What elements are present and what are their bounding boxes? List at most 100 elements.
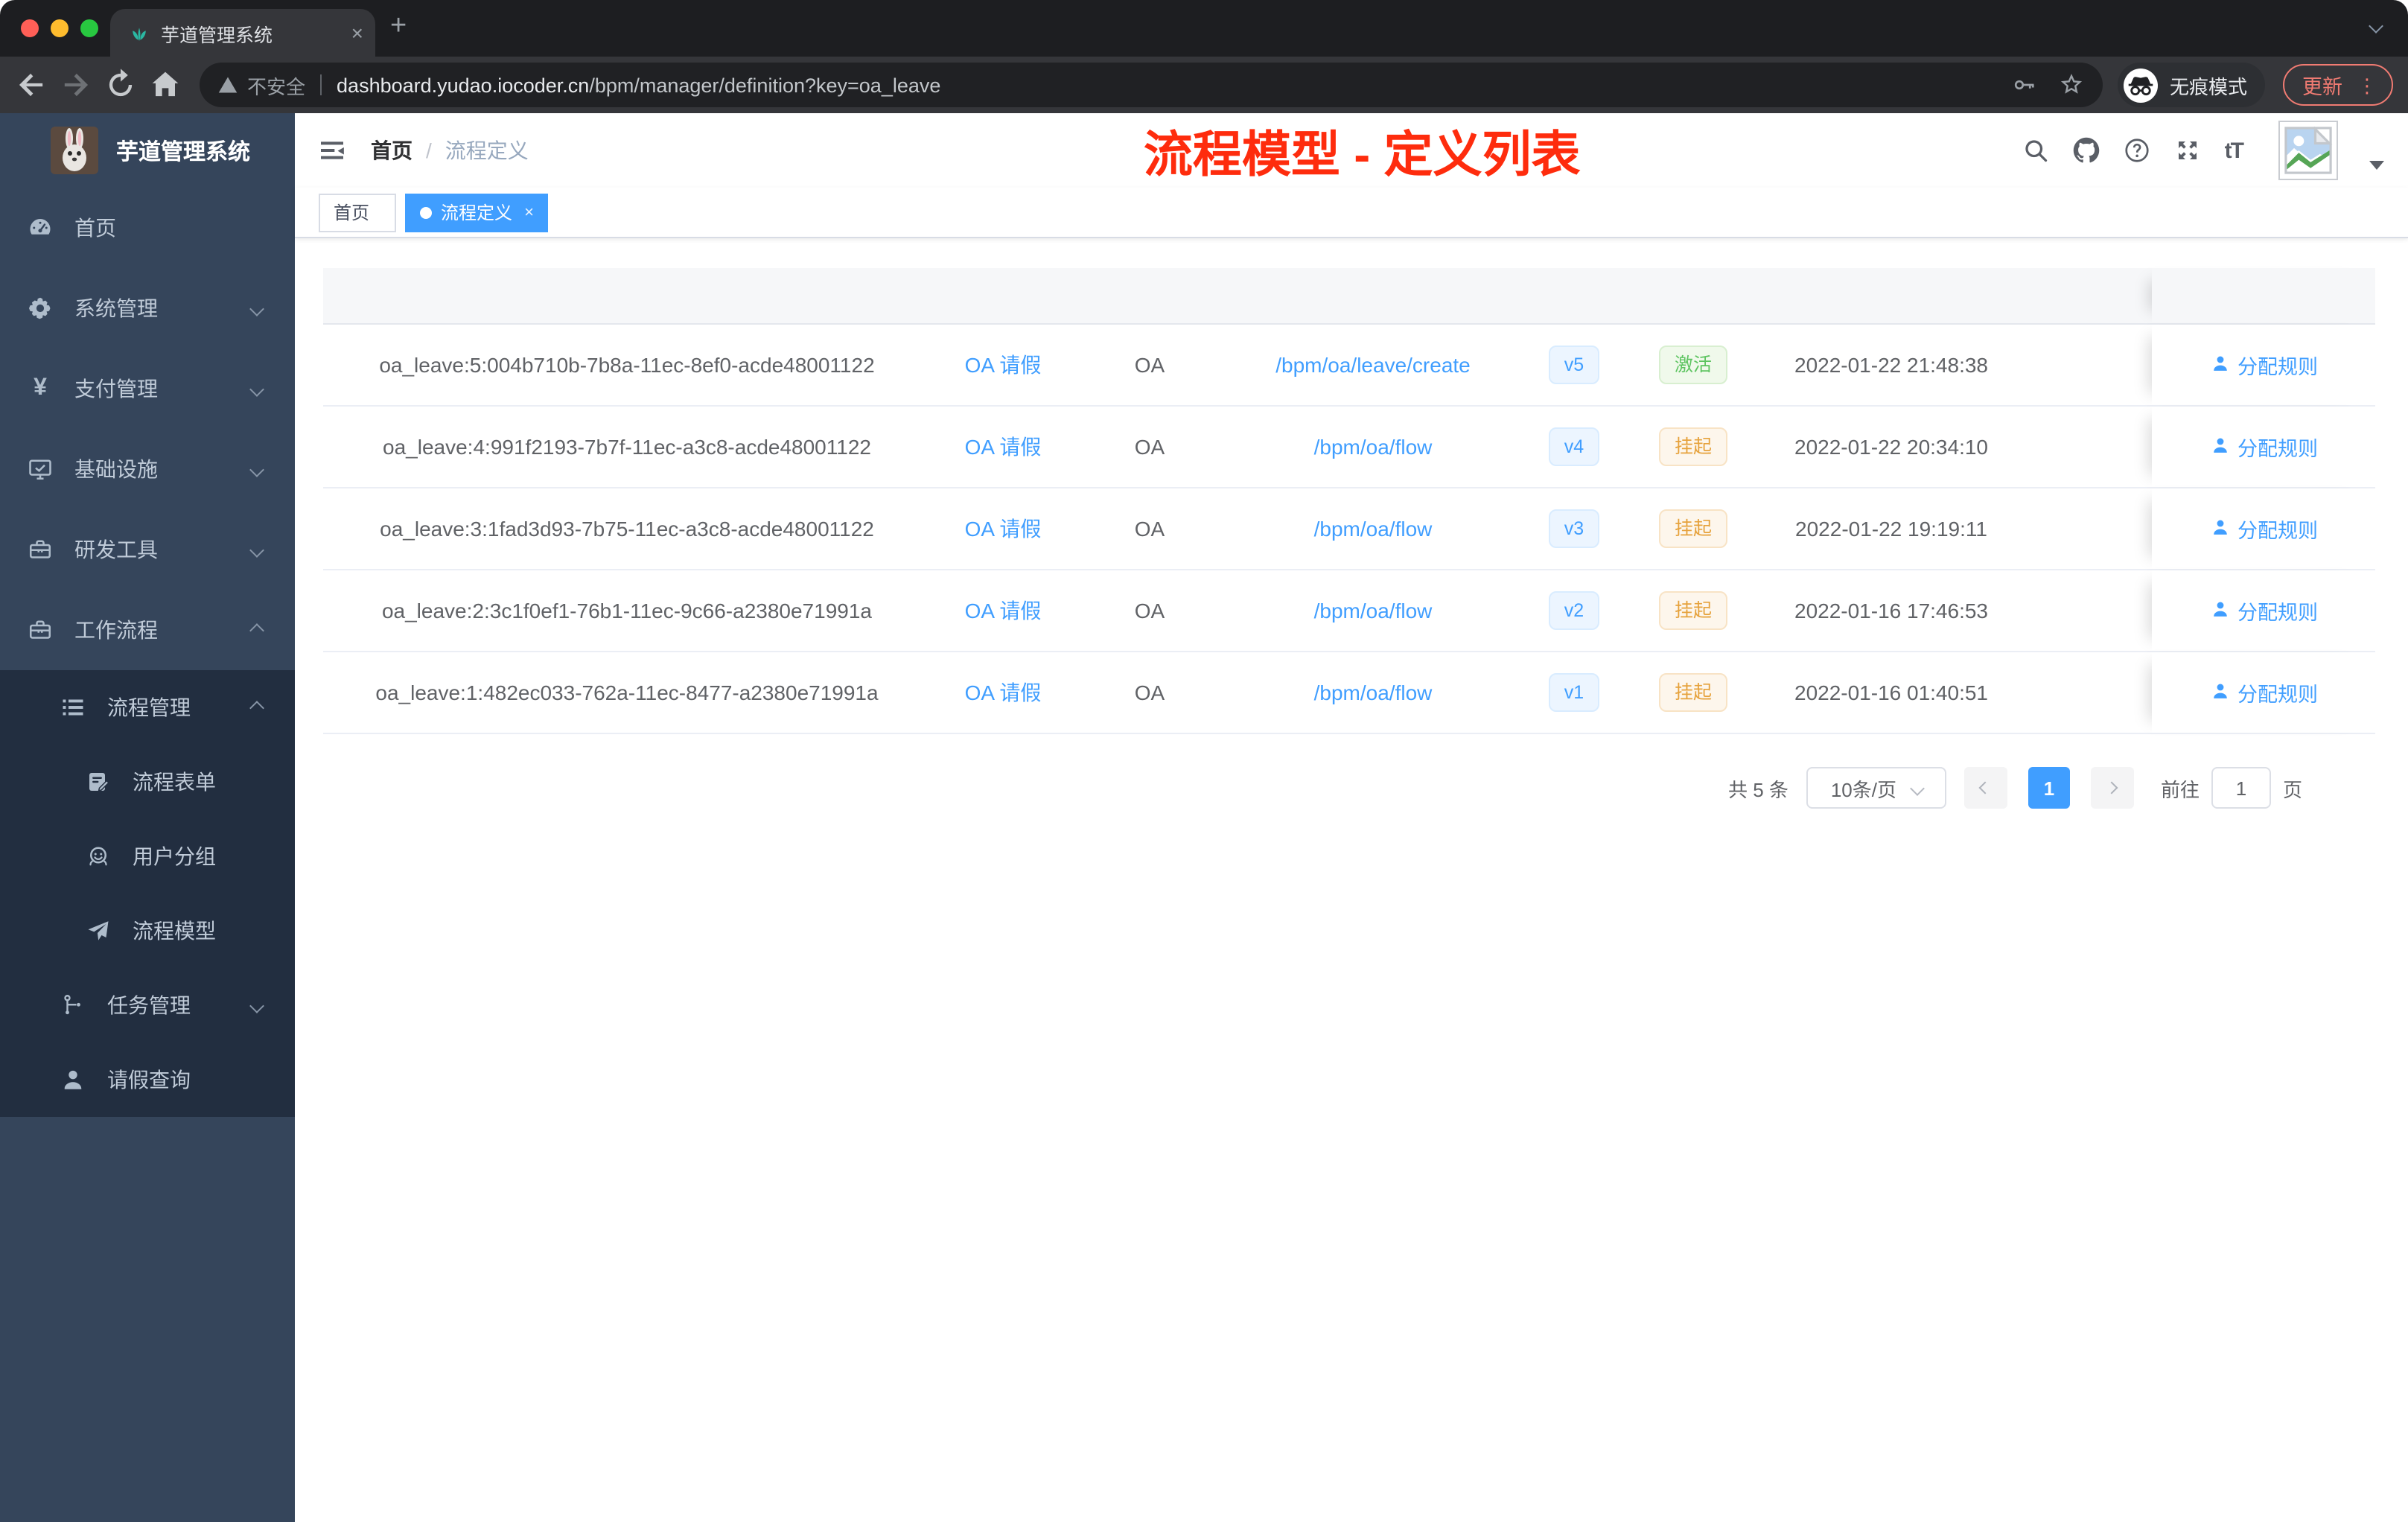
breadcrumb: 首页 / 流程定义 — [371, 136, 529, 165]
sidebar-item[interactable]: 基础设施 — [0, 429, 295, 509]
version-badge: v4 — [1549, 427, 1599, 466]
fullscreen-icon[interactable] — [2174, 137, 2201, 164]
close-window-button[interactable] — [21, 19, 39, 37]
sidebar-item[interactable]: 研发工具 — [0, 509, 295, 590]
monitor-icon — [27, 456, 54, 483]
github-icon[interactable] — [2073, 137, 2100, 164]
yudao-plant-icon — [128, 22, 150, 44]
table-row: oa_leave:2:3c1f0ef1-76b1-11ec-9c66-a2380… — [323, 570, 2375, 652]
key-icon[interactable] — [2010, 71, 2037, 98]
chevron-right-icon — [2106, 781, 2119, 795]
sidebar-item[interactable]: 流程管理 — [0, 670, 295, 745]
page-content: oa_leave:5:004b710b-7b8a-11ec-8ef0-acde4… — [295, 238, 2408, 1522]
definition-name-link[interactable]: OA 请假 — [965, 517, 1042, 541]
table-row: oa_leave:5:004b710b-7b8a-11ec-8ef0-acde4… — [323, 325, 2375, 407]
definition-category: OA — [1134, 435, 1165, 459]
question-icon[interactable] — [2124, 137, 2150, 164]
search-icon[interactable] — [2022, 137, 2049, 164]
form-link[interactable]: /bpm/oa/flow — [1314, 599, 1433, 623]
tab-search-chevron-icon[interactable] — [2369, 19, 2383, 34]
browser-window: 芋道管理系统 × + 不安全 dashboard.yudao.iocoder.c… — [0, 0, 2408, 1522]
prev-page-button[interactable] — [1963, 767, 2007, 809]
sidebar-item[interactable]: 系统管理 — [0, 268, 295, 348]
home-icon[interactable] — [146, 66, 185, 104]
definition-id: oa_leave:3:1fad3d93-7b75-11ec-a3c8-acde4… — [380, 517, 874, 541]
chevron-down-icon — [1909, 780, 1924, 795]
tab-close-icon[interactable]: × — [351, 22, 363, 43]
sidebar-item[interactable]: 用户分组 — [0, 819, 295, 894]
breadcrumb-home[interactable]: 首页 — [371, 136, 413, 165]
maximize-window-button[interactable] — [80, 19, 98, 37]
address-bar[interactable]: 不安全 dashboard.yudao.iocoder.cn/bpm/manag… — [200, 63, 2103, 107]
hamburger-icon[interactable] — [317, 136, 347, 165]
user-icon — [2209, 680, 2230, 705]
omnibox-divider — [320, 74, 322, 95]
back-icon[interactable] — [12, 66, 51, 104]
next-page-button[interactable] — [2090, 767, 2134, 809]
browser-tab[interactable]: 芋道管理系统 × — [110, 9, 375, 57]
table-row: oa_leave:3:1fad3d93-7b75-11ec-a3c8-acde4… — [323, 488, 2375, 570]
minimize-window-button[interactable] — [51, 19, 69, 37]
navbar-right-icons: tT — [2022, 121, 2384, 180]
incognito-icon — [2123, 68, 2158, 102]
definition-id: oa_leave:5:004b710b-7b8a-11ec-8ef0-acde4… — [379, 353, 875, 377]
definition-category: OA — [1134, 517, 1165, 541]
forward-icon[interactable] — [57, 66, 95, 104]
sidebar-item[interactable]: 首页 — [0, 188, 295, 268]
form-link[interactable]: /bpm/oa/leave/create — [1275, 353, 1471, 377]
toolbox-icon — [27, 536, 54, 563]
version-badge: v3 — [1549, 509, 1599, 548]
browser-update-button[interactable]: 更新 ⋮ — [2283, 64, 2393, 106]
sidebar-item[interactable]: 请假查询 — [0, 1042, 295, 1117]
status-badge: 挂起 — [1659, 509, 1727, 548]
assign-rule-link[interactable]: 分配规则 — [2209, 514, 2318, 544]
incognito-badge: 无痕模式 — [2117, 63, 2265, 107]
tab-title: 芋道管理系统 — [161, 25, 273, 45]
sidebar-logo-row[interactable]: 芋道管理系统 — [0, 113, 295, 188]
definition-category: OA — [1134, 353, 1165, 377]
close-icon[interactable]: × — [524, 203, 534, 221]
sidebar-item[interactable]: 流程表单 — [0, 745, 295, 819]
url-domain: dashboard.yudao.iocoder.cn — [337, 74, 590, 96]
browser-menu-dots-icon[interactable]: ⋮ — [2357, 75, 2377, 95]
assign-rule-link[interactable]: 分配规则 — [2209, 596, 2318, 625]
breadcrumb-current: 流程定义 — [445, 138, 529, 162]
assign-rule-link[interactable]: 分配规则 — [2209, 350, 2318, 380]
version-badge: v2 — [1549, 591, 1599, 630]
pagination: 共 5 条 10条/页 1 前往 页 — [323, 767, 2375, 809]
form-link[interactable]: /bpm/oa/flow — [1314, 681, 1433, 704]
goto-page-input[interactable] — [2211, 767, 2271, 809]
avatar[interactable] — [2278, 121, 2338, 180]
tag[interactable]: 首页 — [319, 193, 397, 232]
sidebar-item[interactable]: 工作流程 — [0, 590, 295, 670]
deploy-time: 2022-01-16 01:40:51 — [1794, 681, 1988, 704]
star-icon[interactable] — [2058, 71, 2085, 98]
sidebar-item[interactable]: 任务管理 — [0, 968, 295, 1042]
assign-rule-link[interactable]: 分配规则 — [2209, 678, 2318, 707]
app-title: 芋道管理系统 — [116, 139, 251, 165]
security-label[interactable]: 不安全 — [247, 71, 305, 99]
user-icon — [60, 1066, 86, 1093]
chevron-down-icon[interactable] — [2369, 161, 2384, 170]
sidebar-item[interactable]: 流程模型 — [0, 894, 295, 968]
gear-icon — [27, 295, 54, 322]
page-size-select[interactable]: 10条/页 — [1806, 767, 1946, 809]
definition-name-link[interactable]: OA 请假 — [965, 435, 1042, 459]
form-link[interactable]: /bpm/oa/flow — [1314, 517, 1433, 541]
deploy-time: 2022-01-22 19:19:11 — [1795, 517, 1987, 541]
form-link[interactable]: /bpm/oa/flow — [1314, 435, 1433, 459]
font-size-icon[interactable]: tT — [2225, 138, 2244, 163]
url-text[interactable]: dashboard.yudao.iocoder.cn/bpm/manager/d… — [337, 74, 1995, 96]
reload-icon[interactable] — [101, 66, 140, 104]
new-tab-button[interactable]: + — [390, 10, 407, 43]
chevron-left-icon — [1979, 781, 1993, 795]
tag[interactable]: 流程定义 × — [405, 193, 549, 232]
definition-name-link[interactable]: OA 请假 — [965, 681, 1042, 704]
definition-name-link[interactable]: OA 请假 — [965, 599, 1042, 623]
page-number-button[interactable]: 1 — [2028, 767, 2070, 809]
definition-name-link[interactable]: OA 请假 — [965, 353, 1042, 377]
assign-rule-link[interactable]: 分配规则 — [2209, 432, 2318, 462]
sidebar-item[interactable]: ¥ 支付管理 — [0, 348, 295, 429]
status-badge: 挂起 — [1659, 673, 1727, 712]
goto-unit: 页 — [2282, 778, 2302, 800]
